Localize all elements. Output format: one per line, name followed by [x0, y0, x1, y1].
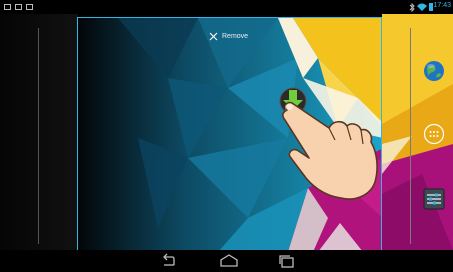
remove-drop-target[interactable]: Remove	[209, 30, 248, 42]
status-time: 17:43	[433, 2, 451, 9]
close-icon	[209, 32, 218, 40]
wifi-icon	[417, 3, 427, 11]
bluetooth-icon	[409, 3, 415, 12]
page-divider	[410, 28, 411, 244]
android-home-screen: 17:43 Remove	[0, 0, 453, 272]
apps-grid-icon[interactable]	[423, 123, 445, 145]
remove-label: Remove	[222, 32, 249, 40]
hand-pointer-illustration	[282, 101, 378, 200]
home-icon[interactable]	[218, 252, 240, 270]
battery-icon	[429, 3, 433, 11]
gmail-icon	[15, 4, 22, 10]
page-divider	[38, 28, 39, 244]
settings-panel-icon[interactable]	[423, 188, 445, 210]
recents-icon[interactable]	[276, 252, 298, 270]
gallery-icon	[26, 4, 33, 10]
screenshot-icon	[4, 4, 11, 10]
globe-icon[interactable]	[423, 60, 445, 82]
status-bar: 17:43	[0, 0, 453, 14]
back-icon[interactable]	[158, 252, 180, 270]
left-page-preview[interactable]	[0, 14, 78, 250]
